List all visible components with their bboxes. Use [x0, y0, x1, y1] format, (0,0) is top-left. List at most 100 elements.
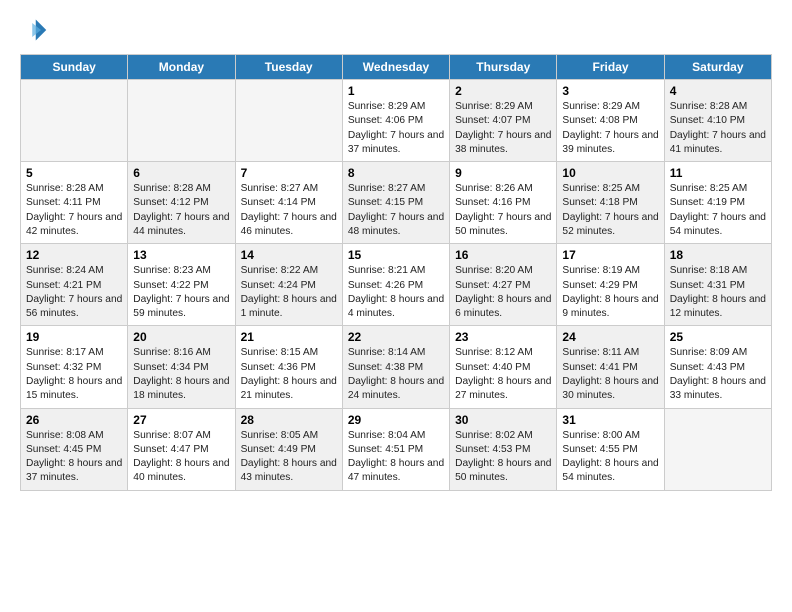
cell-content: Sunrise: 8:27 AM Sunset: 4:15 PM Dayligh… — [348, 182, 444, 239]
calendar-cell: 24 Sunrise: 8:11 AM Sunset: 4:41 PM Dayli… — [557, 326, 664, 408]
day-number: 31 — [562, 413, 658, 427]
cell-content: Sunrise: 8:19 AM Sunset: 4:29 PM Dayligh… — [562, 264, 658, 321]
day-number: 8 — [348, 166, 444, 180]
col-header-thursday: Thursday — [450, 55, 557, 80]
day-number: 9 — [455, 166, 551, 180]
calendar-cell — [128, 80, 235, 162]
day-number: 18 — [670, 248, 766, 262]
calendar-cell: 11 Sunrise: 8:25 AM Sunset: 4:19 PM Dayli… — [664, 162, 771, 244]
cell-content: Sunrise: 8:29 AM Sunset: 4:08 PM Dayligh… — [562, 100, 658, 157]
day-number: 19 — [26, 330, 122, 344]
day-number: 6 — [133, 166, 229, 180]
calendar-cell: 3 Sunrise: 8:29 AM Sunset: 4:08 PM Daylig… — [557, 80, 664, 162]
calendar-cell: 30 Sunrise: 8:02 AM Sunset: 4:53 PM Dayli… — [450, 408, 557, 490]
col-header-wednesday: Wednesday — [342, 55, 449, 80]
day-number: 12 — [26, 248, 122, 262]
cell-content: Sunrise: 8:09 AM Sunset: 4:43 PM Dayligh… — [670, 346, 766, 403]
cell-content: Sunrise: 8:12 AM Sunset: 4:40 PM Dayligh… — [455, 346, 551, 403]
week-row-3: 12 Sunrise: 8:24 AM Sunset: 4:21 PM Dayli… — [21, 244, 772, 326]
calendar-cell: 13Sunrise: 8:23 AM Sunset: 4:22 PM Dayli… — [128, 244, 235, 326]
col-header-friday: Friday — [557, 55, 664, 80]
day-number: 5 — [26, 166, 122, 180]
calendar-cell: 17Sunrise: 8:19 AM Sunset: 4:29 PM Dayli… — [557, 244, 664, 326]
calendar-cell: 14Sunrise: 8:22 AM Sunset: 4:24 PM Dayli… — [235, 244, 342, 326]
calendar-cell: 26 Sunrise: 8:08 AM Sunset: 4:45 PM Dayli… — [21, 408, 128, 490]
calendar-cell: 2 Sunrise: 8:29 AM Sunset: 4:07 PM Daylig… — [450, 80, 557, 162]
calendar-cell: 5 Sunrise: 8:28 AM Sunset: 4:11 PM Daylig… — [21, 162, 128, 244]
page-container: SundayMondayTuesdayWednesdayThursdayFrid… — [0, 0, 792, 501]
calendar-cell: 20Sunrise: 8:16 AM Sunset: 4:34 PM Dayli… — [128, 326, 235, 408]
week-row-4: 19 Sunrise: 8:17 AM Sunset: 4:32 PM Dayli… — [21, 326, 772, 408]
cell-content: Sunrise: 8:05 AM Sunset: 4:49 PM Dayligh… — [241, 429, 337, 486]
cell-content: Sunrise: 8:17 AM Sunset: 4:32 PM Dayligh… — [26, 346, 122, 403]
day-number: 15 — [348, 248, 444, 262]
cell-content: Sunrise: 8:08 AM Sunset: 4:45 PM Dayligh… — [26, 429, 122, 486]
logo — [20, 16, 50, 44]
day-number: 11 — [670, 166, 766, 180]
cell-content: Sunrise: 8:25 AM Sunset: 4:19 PM Dayligh… — [670, 182, 766, 239]
week-row-5: 26 Sunrise: 8:08 AM Sunset: 4:45 PM Dayli… — [21, 408, 772, 490]
day-number: 4 — [670, 84, 766, 98]
week-row-2: 5 Sunrise: 8:28 AM Sunset: 4:11 PM Daylig… — [21, 162, 772, 244]
day-number: 3 — [562, 84, 658, 98]
calendar-cell: 28 Sunrise: 8:05 AM Sunset: 4:49 PM Dayli… — [235, 408, 342, 490]
cell-content: Sunrise: 8:28 AM Sunset: 4:11 PM Dayligh… — [26, 182, 122, 239]
cell-content: Sunrise: 8:22 AM Sunset: 4:24 PM Dayligh… — [241, 264, 337, 321]
day-number: 26 — [26, 413, 122, 427]
cell-content: Sunrise: 8:07 AM Sunset: 4:47 PM Dayligh… — [133, 429, 229, 486]
day-number: 29 — [348, 413, 444, 427]
day-number: 30 — [455, 413, 551, 427]
logo-icon — [20, 16, 48, 44]
cell-content: Sunrise: 8:04 AM Sunset: 4:51 PM Dayligh… — [348, 429, 444, 486]
day-number: 24 — [562, 330, 658, 344]
cell-content: Sunrise: 8:27 AM Sunset: 4:14 PM Dayligh… — [241, 182, 337, 239]
cell-content: Sunrise: 8:14 AM Sunset: 4:38 PM Dayligh… — [348, 346, 444, 403]
calendar-cell — [21, 80, 128, 162]
col-header-saturday: Saturday — [664, 55, 771, 80]
calendar-cell: 1 Sunrise: 8:29 AM Sunset: 4:06 PM Daylig… — [342, 80, 449, 162]
day-number: 28 — [241, 413, 337, 427]
calendar-cell: 22 Sunrise: 8:14 AM Sunset: 4:38 PM Dayli… — [342, 326, 449, 408]
calendar-cell: 21Sunrise: 8:15 AM Sunset: 4:36 PM Dayli… — [235, 326, 342, 408]
col-header-tuesday: Tuesday — [235, 55, 342, 80]
day-number: 2 — [455, 84, 551, 98]
calendar-cell: 27Sunrise: 8:07 AM Sunset: 4:47 PM Dayli… — [128, 408, 235, 490]
day-number: 16 — [455, 248, 551, 262]
calendar-cell: 12 Sunrise: 8:24 AM Sunset: 4:21 PM Dayli… — [21, 244, 128, 326]
cell-content: Sunrise: 8:02 AM Sunset: 4:53 PM Dayligh… — [455, 429, 551, 486]
day-number: 22 — [348, 330, 444, 344]
cell-content: Sunrise: 8:29 AM Sunset: 4:07 PM Dayligh… — [455, 100, 551, 157]
col-header-sunday: Sunday — [21, 55, 128, 80]
calendar-cell: 31 Sunrise: 8:00 AM Sunset: 4:55 PM Dayli… — [557, 408, 664, 490]
calendar-cell: 19 Sunrise: 8:17 AM Sunset: 4:32 PM Dayli… — [21, 326, 128, 408]
calendar-cell: 10Sunrise: 8:25 AM Sunset: 4:18 PM Dayli… — [557, 162, 664, 244]
calendar-table: SundayMondayTuesdayWednesdayThursdayFrid… — [20, 54, 772, 491]
day-number: 25 — [670, 330, 766, 344]
cell-content: Sunrise: 8:00 AM Sunset: 4:55 PM Dayligh… — [562, 429, 658, 486]
day-number: 1 — [348, 84, 444, 98]
calendar-cell: 15 Sunrise: 8:21 AM Sunset: 4:26 PM Dayli… — [342, 244, 449, 326]
header — [20, 16, 772, 44]
cell-content: Sunrise: 8:15 AM Sunset: 4:36 PM Dayligh… — [241, 346, 337, 403]
calendar-cell: 7Sunrise: 8:27 AM Sunset: 4:14 PM Daylig… — [235, 162, 342, 244]
cell-content: Sunrise: 8:28 AM Sunset: 4:10 PM Dayligh… — [670, 100, 766, 157]
cell-content: Sunrise: 8:28 AM Sunset: 4:12 PM Dayligh… — [133, 182, 229, 239]
cell-content: Sunrise: 8:24 AM Sunset: 4:21 PM Dayligh… — [26, 264, 122, 321]
calendar-cell: 6 Sunrise: 8:28 AM Sunset: 4:12 PM Daylig… — [128, 162, 235, 244]
header-row: SundayMondayTuesdayWednesdayThursdayFrid… — [21, 55, 772, 80]
cell-content: Sunrise: 8:29 AM Sunset: 4:06 PM Dayligh… — [348, 100, 444, 157]
calendar-cell: 16 Sunrise: 8:20 AM Sunset: 4:27 PM Dayli… — [450, 244, 557, 326]
cell-content: Sunrise: 8:20 AM Sunset: 4:27 PM Dayligh… — [455, 264, 551, 321]
calendar-cell: 29 Sunrise: 8:04 AM Sunset: 4:51 PM Dayli… — [342, 408, 449, 490]
cell-content: Sunrise: 8:18 AM Sunset: 4:31 PM Dayligh… — [670, 264, 766, 321]
calendar-cell: 8 Sunrise: 8:27 AM Sunset: 4:15 PM Daylig… — [342, 162, 449, 244]
calendar-cell: 4 Sunrise: 8:28 AM Sunset: 4:10 PM Daylig… — [664, 80, 771, 162]
cell-content: Sunrise: 8:25 AM Sunset: 4:18 PM Dayligh… — [562, 182, 658, 239]
calendar-cell: 18 Sunrise: 8:18 AM Sunset: 4:31 PM Dayli… — [664, 244, 771, 326]
week-row-1: 1 Sunrise: 8:29 AM Sunset: 4:06 PM Daylig… — [21, 80, 772, 162]
cell-content: Sunrise: 8:21 AM Sunset: 4:26 PM Dayligh… — [348, 264, 444, 321]
col-header-monday: Monday — [128, 55, 235, 80]
cell-content: Sunrise: 8:16 AM Sunset: 4:34 PM Dayligh… — [133, 346, 229, 403]
calendar-cell: 25 Sunrise: 8:09 AM Sunset: 4:43 PM Dayli… — [664, 326, 771, 408]
cell-content: Sunrise: 8:11 AM Sunset: 4:41 PM Dayligh… — [562, 346, 658, 403]
